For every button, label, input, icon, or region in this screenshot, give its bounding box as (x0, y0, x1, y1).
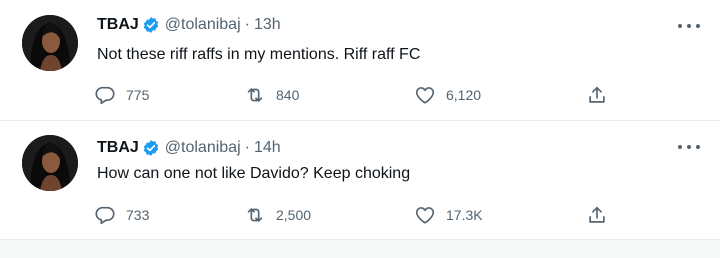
heart-icon (415, 207, 435, 224)
tweet-actions: 775 840 6,120 (90, 82, 630, 108)
retweet-button[interactable]: 2,500 (244, 202, 311, 228)
retweet-arrows-icon (247, 88, 263, 102)
avatar[interactable] (22, 135, 78, 191)
timestamp[interactable]: 14h (254, 139, 281, 157)
tweet-header: TBAJ @tolanibaj · 13h (97, 14, 281, 36)
retweet-button[interactable]: 840 (244, 82, 299, 108)
retweet-count: 840 (276, 87, 300, 103)
reply-bubble-icon (95, 86, 115, 105)
tweet[interactable]: TBAJ @tolanibaj · 14h How can one not li… (0, 121, 720, 239)
user-handle[interactable]: @tolanibaj (165, 139, 241, 157)
reply-count: 775 (126, 87, 150, 103)
retweet-arrows-icon (247, 208, 263, 222)
more-dots-icon[interactable] (678, 141, 700, 153)
tweet-actions: 733 2,500 17.3K (90, 202, 630, 228)
heart-icon (415, 87, 435, 104)
timeline-footer (0, 240, 720, 258)
reply-button[interactable]: 733 (94, 202, 149, 228)
separator-dot: · (244, 139, 250, 156)
share-button[interactable] (586, 82, 608, 108)
reply-button[interactable]: 775 (94, 82, 149, 108)
like-count: 17.3K (446, 207, 483, 223)
display-name[interactable]: TBAJ (97, 139, 139, 157)
tweet-header: TBAJ @tolanibaj · 14h (97, 137, 281, 159)
like-button[interactable]: 17.3K (414, 202, 483, 228)
avatar[interactable] (22, 15, 78, 71)
verified-badge-icon (142, 139, 160, 157)
tweet-text: How can one not like Davido? Keep chokin… (97, 165, 411, 182)
separator-dot: · (244, 16, 250, 33)
like-button[interactable]: 6,120 (414, 82, 481, 108)
verified-badge-icon (142, 16, 160, 34)
tweet[interactable]: TBAJ @tolanibaj · 13h Not these riff raf… (0, 0, 720, 120)
share-button[interactable] (586, 202, 608, 228)
user-handle[interactable]: @tolanibaj (165, 16, 241, 34)
retweet-count: 2,500 (276, 207, 312, 223)
more-dots-icon[interactable] (678, 20, 700, 32)
reply-count: 733 (126, 207, 150, 223)
avatar-image (22, 15, 78, 71)
share-upload-icon (589, 206, 605, 223)
like-count: 6,120 (446, 87, 482, 103)
avatar-image (22, 135, 78, 191)
display-name[interactable]: TBAJ (97, 16, 139, 34)
timestamp[interactable]: 13h (254, 16, 281, 34)
reply-bubble-icon (95, 206, 115, 225)
tweet-text: Not these riff raffs in my mentions. Rif… (97, 46, 421, 63)
share-upload-icon (589, 86, 605, 103)
